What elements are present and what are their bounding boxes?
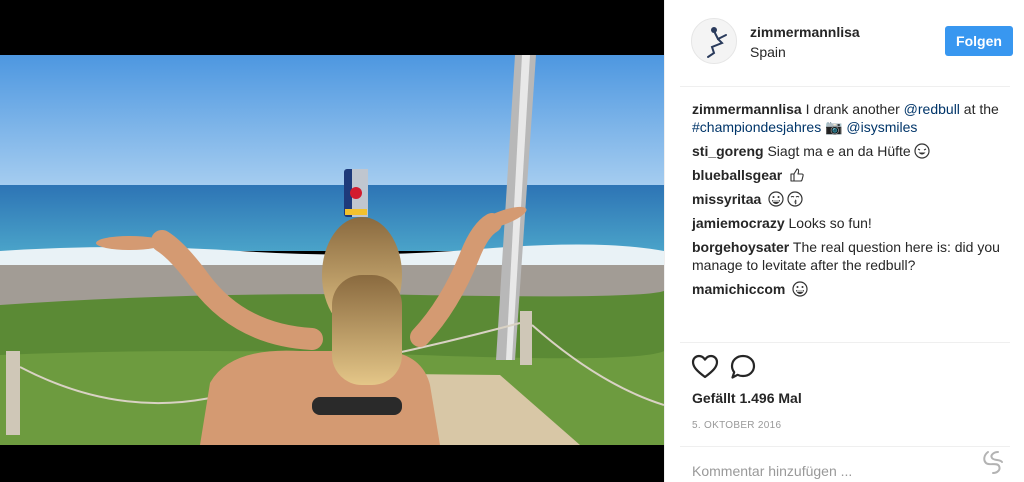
comment-item: missyritaa [692,190,1002,208]
mention-link[interactable]: @redbull [904,101,960,117]
comment-username[interactable]: sti_goreng [692,143,764,159]
comment-item: mamichiccom [692,280,1002,298]
thumbs-up-icon [789,167,805,183]
comment-username[interactable]: mamichiccom [692,281,785,297]
comment-list: zimmermannlisa I drank another @redbull … [692,100,1002,304]
comment-item: zimmermannlisa I drank another @redbull … [692,100,1002,136]
post-username[interactable]: zimmermannlisa [750,24,860,40]
post-sidebar: zimmermannlisa Spain Folgen zimmermannli… [664,0,1024,482]
comment-username[interactable]: zimmermannlisa [692,101,802,117]
post-header: zimmermannlisa Spain Folgen [665,0,1024,86]
comment-text: Looks so fun! [788,215,872,231]
comment-item: borgehoysater The real question here is:… [692,238,1002,274]
comment-username[interactable]: borgehoysater [692,239,789,255]
comment-text: I drank another [805,101,904,117]
post-actions [691,353,763,381]
mention-link[interactable]: @isysmiles [846,119,917,135]
comment-username[interactable]: jamiemocrazy [692,215,785,231]
avatar[interactable] [691,18,737,64]
hashtag-link[interactable]: #championdesjahres [692,119,821,135]
comment-text: at the [959,101,999,117]
comment-username[interactable]: blueballsgear [692,167,782,183]
kiss-face-icon [787,191,803,207]
heart-icon[interactable] [691,353,719,381]
more-options-icon[interactable] [978,448,1008,476]
post-date: 5. OKTOBER 2016 [692,420,782,431]
header-divider [680,86,1010,87]
comment-input[interactable]: Kommentar hinzufügen ... [692,463,852,479]
like-count[interactable]: Gefällt 1.496 Mal [692,390,802,406]
grin-face-icon [792,281,808,297]
comment-text: Siagt ma e an da Hüfte [767,143,911,159]
comment-username[interactable]: missyritaa [692,191,761,207]
input-divider [680,446,1010,447]
post-location[interactable]: Spain [750,44,786,60]
comment-item: jamiemocrazy Looks so fun! [692,214,1002,232]
comment-item: sti_goreng Siagt ma e an da Hüfte [692,142,1002,160]
speech-bubble-icon[interactable] [729,353,757,381]
comment-item: blueballsgear [692,166,1002,184]
follow-button[interactable]: Folgen [945,26,1013,56]
grin-face-icon [768,191,784,207]
comment-text: 📷 [821,119,847,135]
media-pane [0,0,664,482]
actions-divider [680,342,1010,343]
laugh-face-icon [914,143,930,159]
post-photo[interactable] [0,55,664,445]
